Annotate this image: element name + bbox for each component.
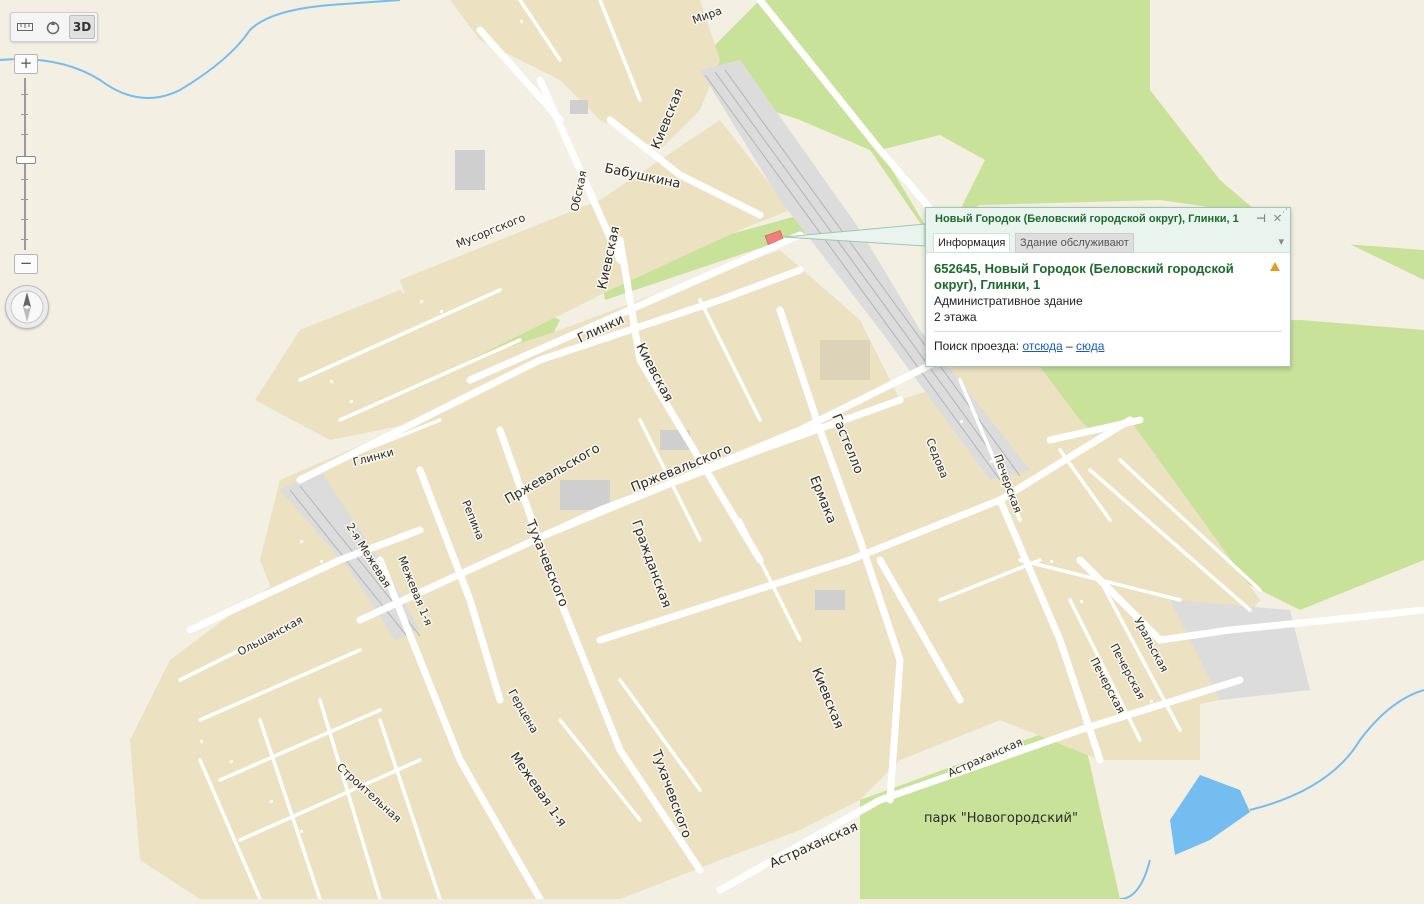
zoom-control: + − — [12, 54, 40, 274]
balloon-body: 652645, Новый Городок (Беловский городск… — [926, 253, 1290, 354]
route-from-link[interactable]: отсюда — [1022, 339, 1062, 353]
zoom-tick — [21, 134, 28, 135]
route-to-link[interactable]: сюда — [1076, 339, 1104, 353]
divider — [934, 331, 1282, 332]
label-park: парк "Новогородский" — [924, 811, 1078, 826]
ruler-icon[interactable] — [13, 16, 37, 38]
route-dash: – — [1065, 339, 1073, 353]
tab-service[interactable]: Здание обслуживают — [1015, 233, 1134, 253]
balloon-tabs: Информация Здание обслуживают ▾ — [926, 230, 1290, 253]
floors-count: 2 этажа — [934, 310, 977, 324]
compass-icon[interactable] — [5, 285, 49, 329]
zoom-tick — [21, 219, 28, 220]
balloon-title: Новый Городок (Беловский городской округ… — [935, 213, 1239, 225]
zoom-in-button[interactable]: + — [14, 54, 38, 74]
mode-3d-button[interactable]: 3D — [69, 15, 95, 39]
route-label: Поиск проезда: — [934, 339, 1020, 353]
zoom-tick — [21, 239, 28, 240]
resize-handle-icon[interactable]: ⋰ — [1279, 208, 1288, 366]
zoom-tick — [21, 199, 28, 200]
zoom-tick — [21, 114, 28, 115]
zoom-slider-thumb[interactable] — [16, 156, 36, 164]
zoom-tick — [21, 179, 28, 180]
building-type: Административное здание — [934, 294, 1083, 308]
map-canvas[interactable]: парк "Новогородский" Мира Киевская Бабуш… — [0, 0, 1424, 903]
route-search: Поиск проезда: отсюда – сюда — [934, 338, 1282, 354]
tab-info[interactable]: Информация — [933, 233, 1011, 252]
map-toolbar: 3D — [10, 12, 98, 42]
zoom-track[interactable] — [24, 78, 26, 250]
traffic-icon[interactable] — [41, 16, 65, 38]
balloon-header: Новый Городок (Беловский городской округ… — [926, 208, 1290, 230]
zoom-out-button[interactable]: − — [14, 254, 38, 274]
zoom-tick — [21, 94, 28, 95]
pin-icon[interactable]: ⊣ — [1256, 208, 1266, 230]
info-balloon: Новый Городок (Беловский городской округ… — [925, 207, 1291, 367]
address-text: 652645, Новый Городок (Беловский городск… — [934, 261, 1234, 292]
